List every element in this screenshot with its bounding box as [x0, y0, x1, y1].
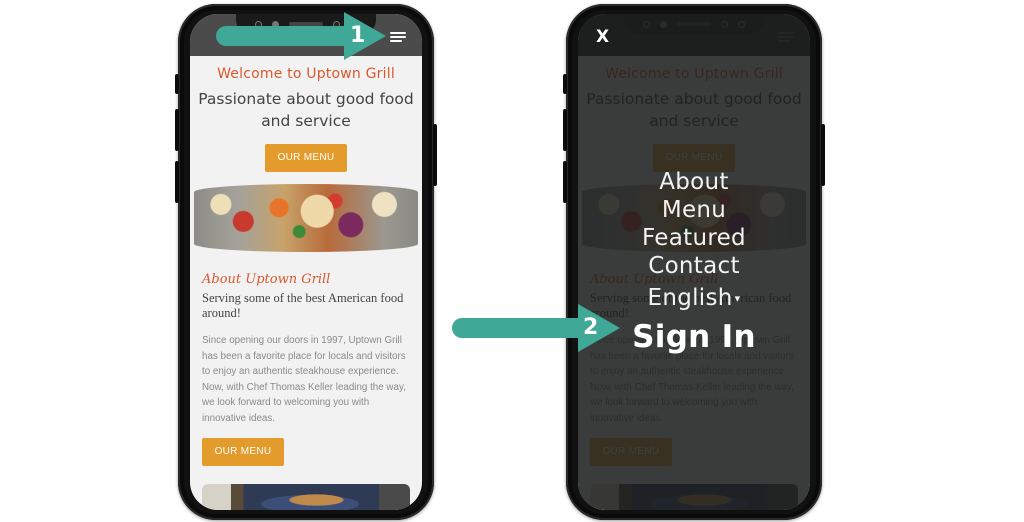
volume-down-button [175, 161, 179, 203]
step-number: 1 [350, 23, 366, 48]
nav-item-about[interactable]: About [578, 168, 810, 196]
phone-screen: Welcome to Uptown Grill Passionate about… [190, 14, 422, 510]
site-content: Welcome to Uptown Grill Passionate about… [190, 56, 422, 510]
arrow-shaft [216, 26, 346, 46]
nav-item-featured[interactable]: Featured [578, 224, 810, 252]
pasta-image [202, 484, 410, 510]
nav-item-contact[interactable]: Contact [578, 252, 810, 280]
about-heading: About Uptown Grill [202, 272, 331, 287]
food-image [194, 184, 418, 252]
mute-switch [563, 74, 567, 94]
volume-down-button [563, 161, 567, 203]
about-body: Since opening our doors in 1997, Uptown … [202, 335, 406, 424]
callout-arrow-2: 2 [452, 304, 620, 352]
volume-up-button [175, 109, 179, 151]
welcome-heading: Welcome to Uptown Grill [217, 66, 395, 82]
step-number: 2 [583, 315, 599, 340]
close-icon[interactable]: X [596, 27, 609, 47]
nav-item-menu[interactable]: Menu [578, 196, 810, 224]
phone-step-2: Welcome to Uptown Grill Passionate about… [563, 4, 825, 520]
phone-screen: Welcome to Uptown Grill Passionate about… [578, 14, 810, 510]
power-button [821, 124, 825, 186]
hamburger-icon[interactable] [390, 32, 406, 42]
arrow-shaft [452, 318, 580, 338]
callout-arrow-1: 1 [216, 12, 386, 60]
phone-step-1: Welcome to Uptown Grill Passionate about… [175, 4, 437, 520]
language-label: English [647, 285, 733, 311]
caret-down-icon: ▾ [734, 291, 741, 305]
about-subheading: Serving some of the best American food a… [202, 291, 404, 320]
our-menu-button[interactable]: OUR MENU [265, 144, 347, 172]
volume-up-button [563, 109, 567, 151]
power-button [433, 124, 437, 186]
tagline: Passionate about good food and service [198, 90, 414, 130]
about-menu-button[interactable]: OUR MENU [202, 438, 284, 466]
mute-switch [175, 74, 179, 94]
